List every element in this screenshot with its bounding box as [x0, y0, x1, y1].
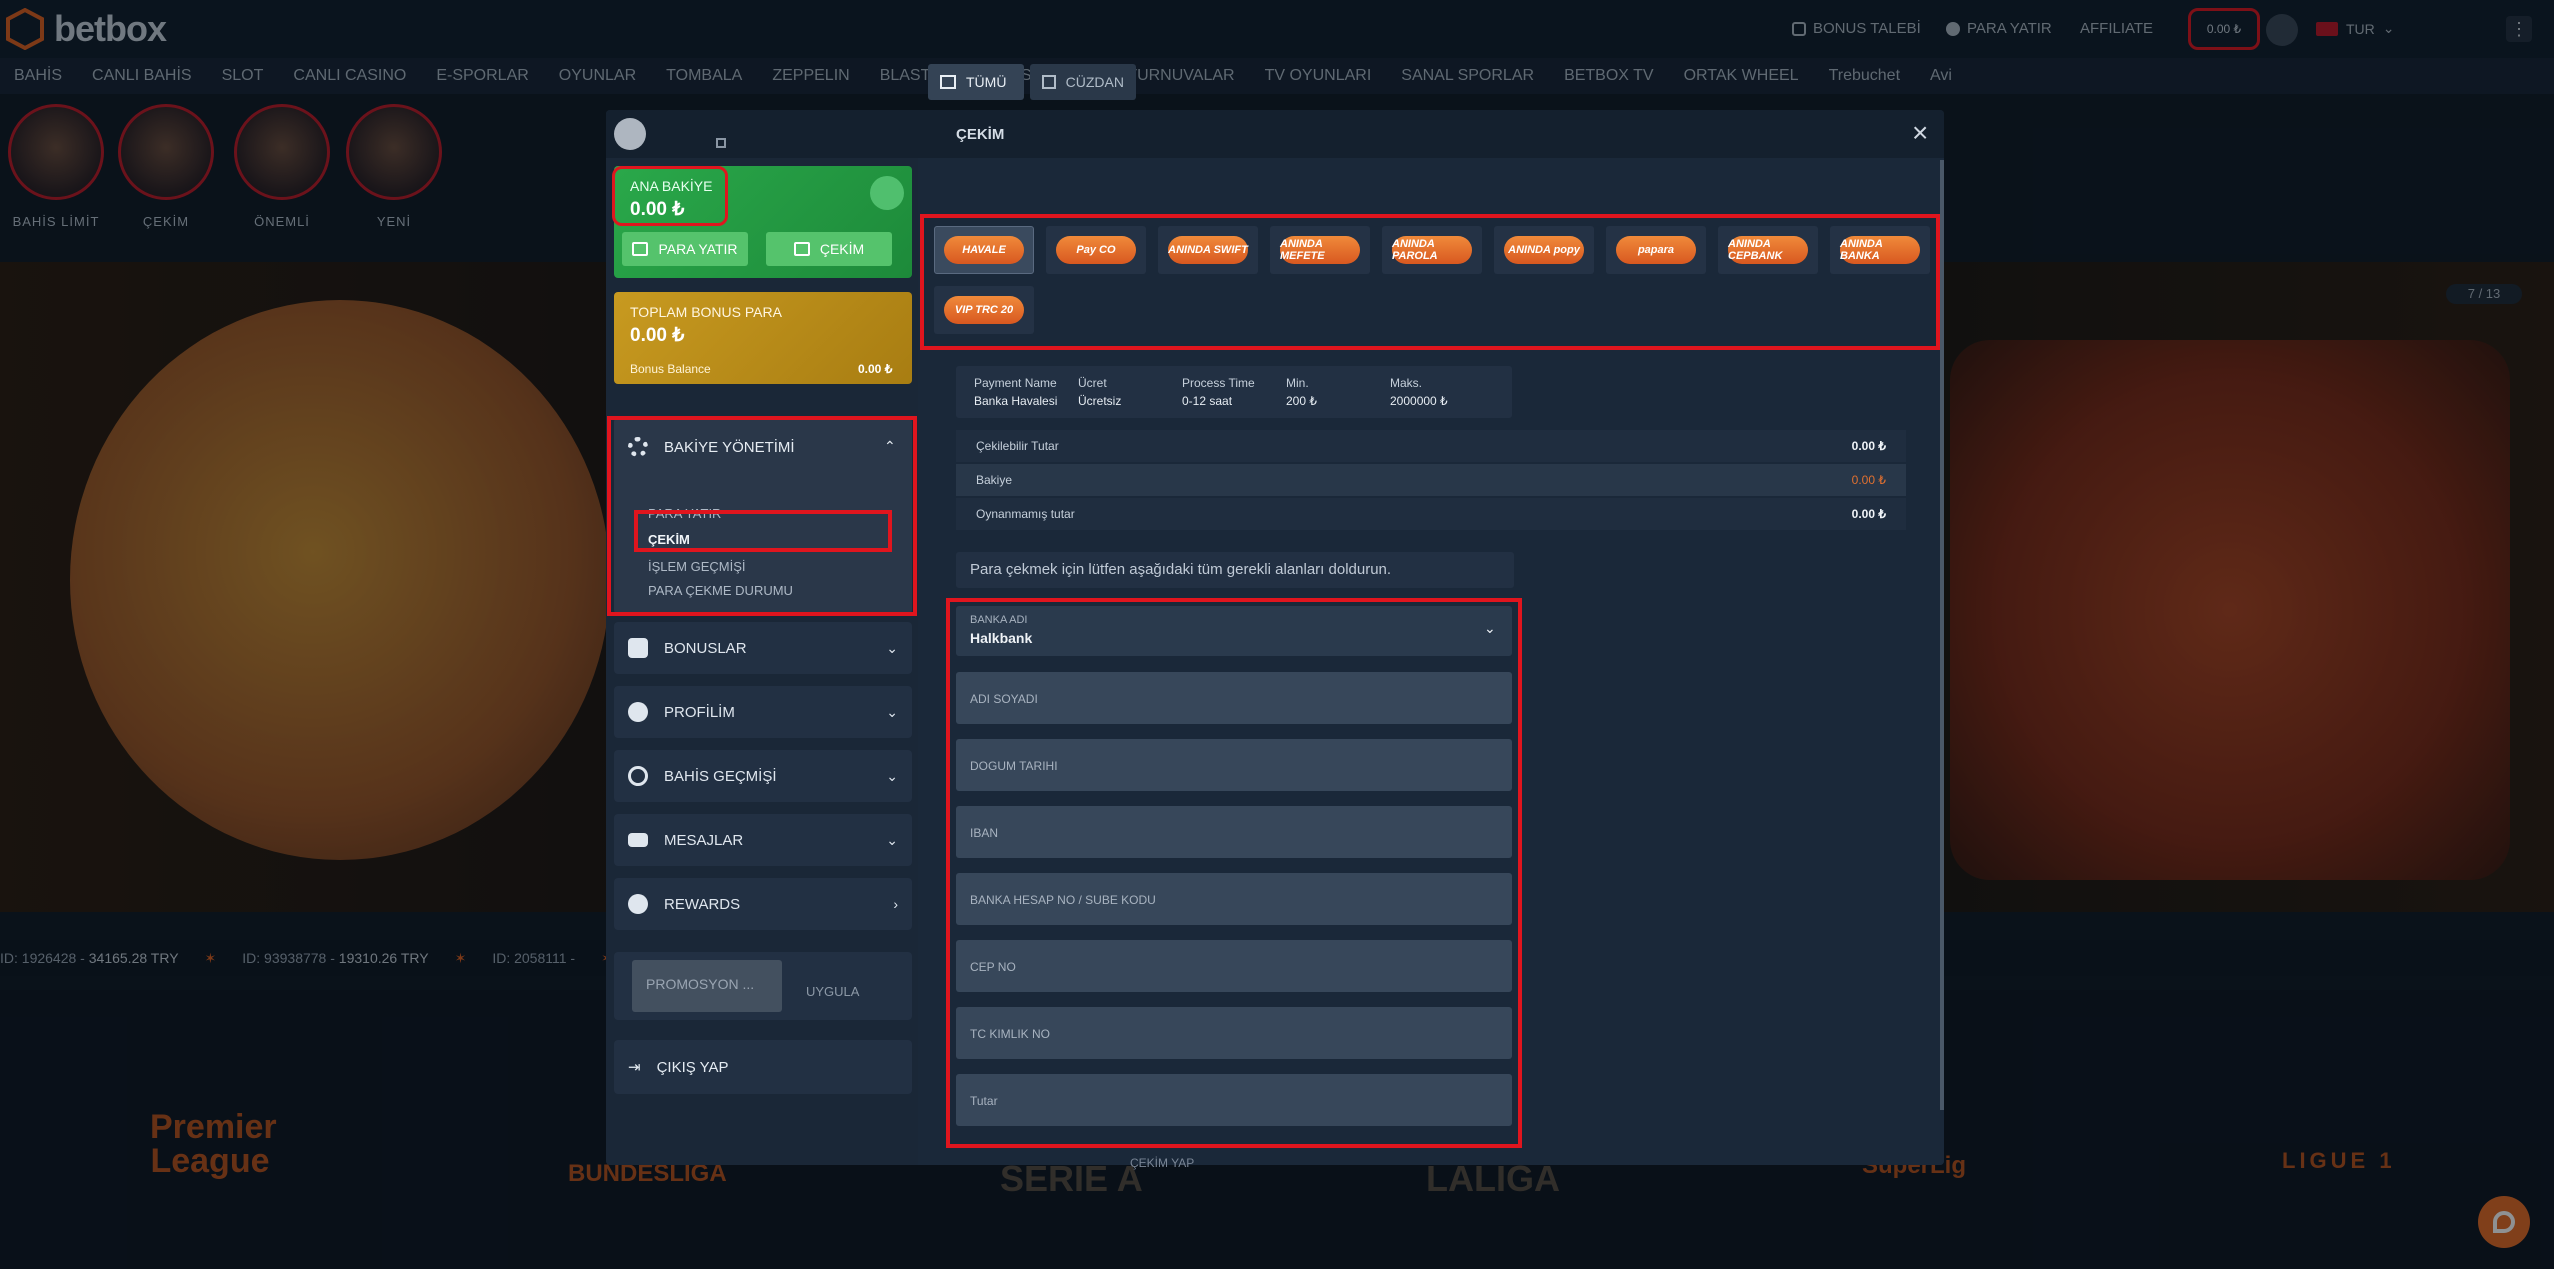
menu-profilim[interactable]: PROFİLİM ⌄	[614, 686, 912, 738]
summary-row: Oynanmamış tutar 0.00 ₺	[956, 498, 1906, 530]
modal-title: ÇEKİM	[956, 126, 1005, 143]
submit-withdraw-button[interactable]: ÇEKİM YAP	[1130, 1156, 1194, 1170]
chevron-down-icon: ⌄	[886, 767, 898, 784]
chevron-down-icon: ⌄	[886, 703, 898, 720]
withdraw-icon	[793, 242, 810, 256]
withdraw-button[interactable]: ÇEKİM	[766, 232, 892, 266]
info-value: 200 ₺	[1286, 394, 1317, 408]
highlight-cekim-item	[634, 510, 892, 552]
menu-label: REWARDS	[664, 895, 741, 913]
payment-info-box	[956, 366, 1512, 418]
eye-icon[interactable]	[870, 176, 904, 210]
wallet-icon	[1042, 75, 1056, 89]
close-icon[interactable]: ×	[1912, 118, 1928, 148]
chevron-down-icon: ⌄	[886, 639, 898, 656]
modal-scrollbar[interactable]	[1940, 160, 1944, 1110]
copy-icon[interactable]	[716, 138, 726, 148]
medal-icon	[628, 894, 648, 914]
user-icon	[628, 702, 648, 722]
menu-rewards[interactable]: REWARDS ›	[614, 878, 912, 930]
menu-bonuslar[interactable]: BONUSLAR ⌄	[614, 622, 912, 674]
envelope-icon	[628, 833, 648, 847]
profile-avatar-icon[interactable]	[614, 118, 646, 150]
info-header: Process Time	[1182, 376, 1255, 390]
info-value: Banka Havalesi	[974, 394, 1058, 408]
highlight-payment-methods	[920, 214, 1940, 350]
info-header: Min.	[1286, 376, 1309, 390]
logout-icon: ⇥	[628, 1059, 641, 1076]
info-value: Ücretsiz	[1078, 394, 1122, 408]
info-value: 2000000 ₺	[1390, 394, 1448, 408]
summary-label: Oynanmamış tutar	[976, 507, 1075, 521]
menu-label: MESAJLAR	[664, 831, 744, 849]
tab-wallet[interactable]: CÜZDAN	[1030, 64, 1136, 100]
menu-mesajlar[interactable]: MESAJLAR ⌄	[614, 814, 912, 866]
bonus-balance-card: TOPLAM BONUS PARA 0.00 ₺ Bonus Balance 0…	[614, 292, 912, 384]
promo-code-input[interactable]: PROMOSYON ...	[632, 960, 782, 1012]
bonus-balance-label: Bonus Balance	[630, 362, 711, 376]
logout-label: ÇIKIŞ YAP	[656, 1058, 729, 1076]
summary-row: Çekilebilir Tutar 0.00 ₺	[956, 430, 1906, 462]
bonus-balance-value: 0.00 ₺	[858, 362, 893, 376]
chevron-right-icon: ›	[893, 896, 898, 912]
modal-header	[606, 110, 1944, 158]
bonus-value: 0.00 ₺	[630, 325, 685, 346]
plus-box-icon	[628, 638, 648, 658]
highlight-main-balance	[612, 166, 728, 226]
summary-value: 0.00 ₺	[1851, 507, 1886, 521]
summary-value: 0.00 ₺	[1851, 473, 1886, 487]
info-header: Maks.	[1390, 376, 1423, 390]
summary-value: 0.00 ₺	[1851, 439, 1886, 453]
tab-label: CÜZDAN	[1065, 74, 1124, 90]
menu-label: BONUSLAR	[664, 639, 747, 657]
info-value: 0-12 saat	[1182, 394, 1233, 408]
deposit-button-label: PARA YATIR	[658, 241, 738, 257]
wallet-icon	[632, 242, 649, 256]
promo-apply-button[interactable]: UYGULA	[806, 984, 859, 999]
logout-button[interactable]: ⇥ ÇIKIŞ YAP	[614, 1040, 912, 1094]
summary-label: Çekilebilir Tutar	[976, 439, 1059, 453]
info-header: Ücret	[1078, 376, 1107, 390]
chevron-down-icon: ⌄	[886, 831, 898, 848]
highlight-withdraw-form	[946, 598, 1522, 1148]
history-icon	[628, 766, 648, 786]
tab-label: TÜMÜ	[966, 74, 1007, 90]
bonus-label: TOPLAM BONUS PARA	[630, 304, 782, 320]
tab-all[interactable]: TÜMÜ	[928, 64, 1024, 100]
summary-label: Bakiye	[976, 473, 1013, 487]
summary-row: Bakiye 0.00 ₺	[956, 464, 1906, 496]
menu-label: BAHİS GEÇMİŞİ	[664, 767, 777, 785]
form-instruction: Para çekmek için lütfen aşağıdaki tüm ge…	[956, 552, 1514, 588]
info-header: Payment Name	[974, 376, 1057, 390]
menu-label: PROFİLİM	[664, 703, 735, 721]
grid-icon	[940, 75, 956, 89]
menu-bahis-gecmisi[interactable]: BAHİS GEÇMİŞİ ⌄	[614, 750, 912, 802]
withdraw-button-label: ÇEKİM	[819, 241, 865, 257]
deposit-button[interactable]: PARA YATIR	[622, 232, 748, 266]
